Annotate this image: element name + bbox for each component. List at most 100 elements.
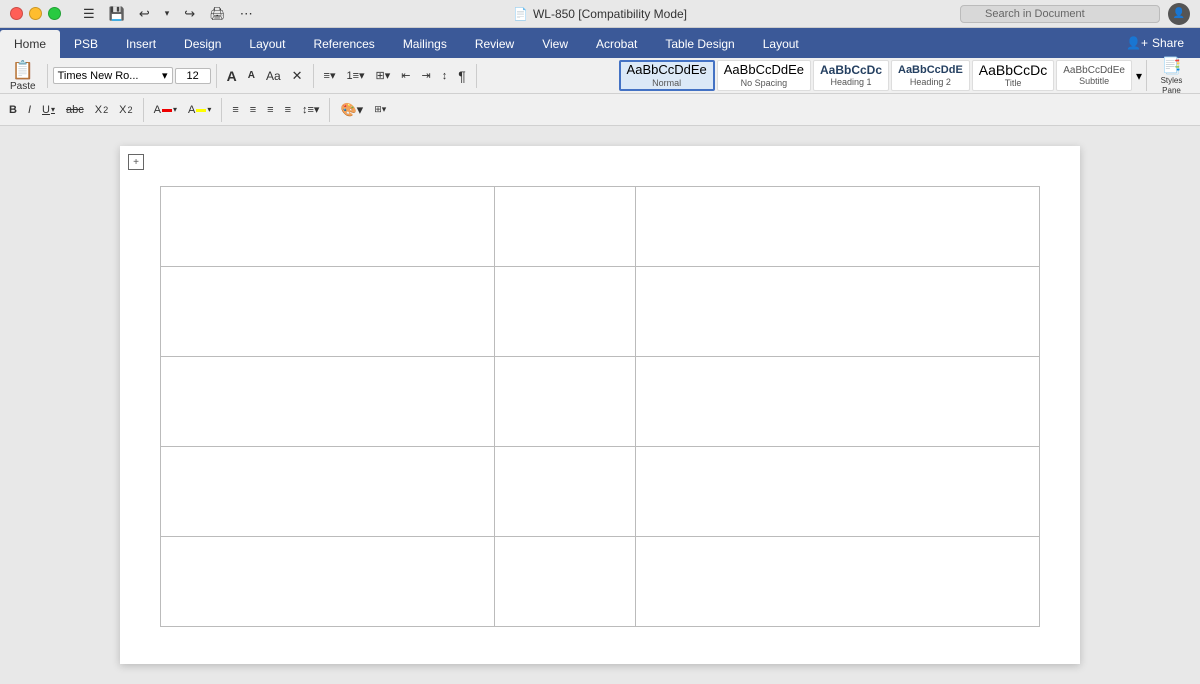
table-cell[interactable] — [161, 447, 495, 537]
clear-format-button[interactable]: ✕ — [287, 65, 308, 87]
subscript-button[interactable]: X2 — [90, 101, 113, 119]
styles-pane-icon: 📑 — [1162, 56, 1182, 76]
font-color-swatch — [162, 109, 172, 112]
maximize-button[interactable] — [48, 7, 61, 20]
line-spacing-button[interactable]: ↕≡▾ — [297, 100, 324, 119]
document-title: 📄 WL-850 [Compatibility Mode] — [513, 7, 687, 21]
sep5 — [143, 98, 144, 122]
strikethrough-button[interactable]: abc — [61, 101, 89, 119]
table-cell[interactable] — [635, 537, 1039, 627]
table-cell[interactable] — [495, 537, 636, 627]
font-name-selector[interactable]: Times New Ro... ▾ — [53, 67, 173, 84]
redo-button[interactable]: ↪ — [180, 5, 199, 23]
tab-table-design[interactable]: Table Design — [651, 30, 748, 58]
table-cell[interactable] — [635, 447, 1039, 537]
decrease-indent-button[interactable]: ⇤ — [396, 66, 415, 85]
tab-mailings[interactable]: Mailings — [389, 30, 461, 58]
table-cell[interactable] — [495, 357, 636, 447]
undo-button[interactable]: ↩ — [135, 5, 154, 23]
table-cell[interactable] — [495, 267, 636, 357]
more-controls-button[interactable]: ⋯ — [236, 5, 257, 23]
table-row — [161, 537, 1040, 627]
title-bar-right: 🔍 Search in Document 👤 — [960, 3, 1190, 25]
table-cell[interactable] — [161, 537, 495, 627]
highlight-button[interactable]: A ▾ — [183, 101, 216, 119]
highlight-dropdown-icon: ▾ — [207, 105, 211, 114]
font-color-button[interactable]: A ▾ — [149, 101, 182, 119]
sep3 — [313, 64, 314, 88]
underline-button[interactable]: U▾ — [37, 101, 60, 119]
numbering-button[interactable]: 1≡▾ — [341, 66, 369, 85]
tab-insert[interactable]: Insert — [112, 30, 170, 58]
style-title[interactable]: AaBbCcDc Title — [972, 60, 1054, 91]
style-title-preview: AaBbCcDc — [979, 63, 1047, 78]
change-case-button[interactable]: Aa — [261, 66, 286, 86]
search-input[interactable]: Search in Document — [960, 5, 1160, 23]
table-cell[interactable] — [635, 267, 1039, 357]
undo-dropdown[interactable]: ▾ — [160, 5, 175, 22]
table-cell[interactable] — [161, 267, 495, 357]
styles-pane-button[interactable]: 📑 Styles Pane — [1146, 60, 1196, 91]
show-formatting-button[interactable]: ¶ — [453, 65, 471, 87]
align-center-button[interactable]: ≡ — [245, 101, 261, 119]
font-shrink-button[interactable]: A — [243, 67, 260, 84]
close-button[interactable] — [10, 7, 23, 20]
table-move-handle[interactable]: + — [128, 154, 144, 170]
sidebar-toggle-button[interactable]: ☰ — [79, 5, 99, 23]
align-right-button[interactable]: ≡ — [262, 101, 278, 119]
table-cell[interactable] — [635, 357, 1039, 447]
tab-review[interactable]: Review — [461, 30, 528, 58]
table-row — [161, 357, 1040, 447]
superscript-button[interactable]: X2 — [114, 101, 137, 119]
align-justify-button[interactable]: ≡ — [280, 101, 296, 119]
tab-design[interactable]: Design — [170, 30, 235, 58]
sort-button[interactable]: ↕ — [437, 67, 453, 85]
sep2 — [216, 64, 217, 88]
tab-layout2[interactable]: Layout — [749, 30, 813, 58]
tab-psb[interactable]: PSB — [60, 30, 112, 58]
style-heading1[interactable]: AaBbCcDc Heading 1 — [813, 60, 889, 91]
table-cell[interactable] — [161, 187, 495, 267]
multilevel-list-button[interactable]: ⊞▾ — [371, 66, 396, 85]
toolbar-row1: 📋 Paste Times New Ro... ▾ 12 A A Aa ✕ ≡▾… — [0, 58, 1200, 94]
style-subtitle-preview: AaBbCcDdEe — [1063, 65, 1125, 76]
shading-button[interactable]: 🎨▾ — [335, 99, 368, 121]
table-cell[interactable] — [635, 187, 1039, 267]
italic-button[interactable]: I — [23, 101, 36, 119]
tab-home[interactable]: Home — [0, 30, 60, 58]
font-size-selector[interactable]: 12 — [175, 68, 211, 84]
font-grow-button[interactable]: A — [222, 65, 242, 87]
table-cell[interactable] — [161, 357, 495, 447]
doc-icon: 📄 — [513, 7, 528, 21]
doc-page: + — [120, 146, 1080, 664]
increase-indent-button[interactable]: ⇥ — [417, 66, 436, 85]
style-normal[interactable]: AaBbCcDdEe Normal — [619, 60, 715, 91]
style-heading1-preview: AaBbCcDc — [820, 64, 882, 77]
tab-view[interactable]: View — [528, 30, 582, 58]
share-button[interactable]: 👤+ Share — [1118, 28, 1192, 58]
style-no-spacing[interactable]: AaBbCcDdEe No Spacing — [717, 60, 811, 91]
doc-table — [160, 186, 1040, 627]
borders-button[interactable]: ⊞▾ — [369, 101, 391, 118]
table-cell[interactable] — [495, 447, 636, 537]
paste-icon: 📋 — [12, 60, 34, 81]
ribbon-tabs: Home PSB Insert Design Layout References… — [0, 28, 1200, 58]
style-no-spacing-preview: AaBbCcDdEe — [724, 63, 804, 77]
user-avatar[interactable]: 👤 — [1168, 3, 1190, 25]
styles-more-button[interactable]: ▾ — [1134, 60, 1144, 91]
style-subtitle[interactable]: AaBbCcDdEe Subtitle — [1056, 60, 1132, 91]
minimize-button[interactable] — [29, 7, 42, 20]
table-cell[interactable] — [495, 187, 636, 267]
tab-layout[interactable]: Layout — [235, 30, 299, 58]
sep4 — [476, 64, 477, 88]
save-button[interactable]: 💾 — [105, 5, 129, 23]
bullets-button[interactable]: ≡▾ — [319, 66, 341, 85]
tab-references[interactable]: References — [299, 30, 388, 58]
bold-button[interactable]: B — [4, 101, 22, 119]
style-heading2[interactable]: AaBbCcDdE Heading 2 — [891, 60, 970, 91]
align-left-button[interactable]: ≡ — [227, 101, 243, 119]
style-normal-preview: AaBbCcDdEe — [627, 63, 707, 77]
paste-button[interactable]: 📋 Paste — [4, 58, 42, 94]
print-button[interactable]: 🖨 — [205, 5, 230, 23]
tab-acrobat[interactable]: Acrobat — [582, 30, 651, 58]
